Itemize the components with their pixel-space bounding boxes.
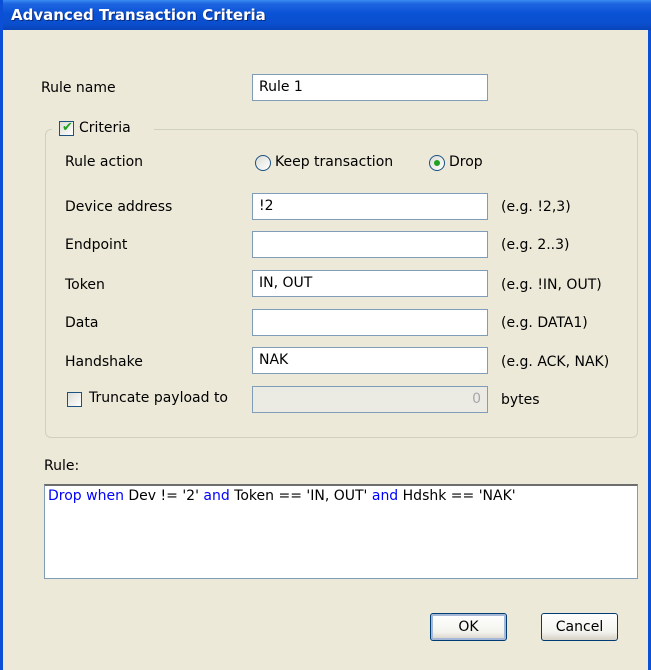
drop-radio[interactable] xyxy=(429,155,445,171)
data-input[interactable] xyxy=(252,309,488,336)
rule-keyword: Drop when xyxy=(48,488,124,504)
rule-keyword: and xyxy=(203,488,230,504)
dialog-title: Advanced Transaction Criteria xyxy=(11,6,266,24)
keep-transaction-radio[interactable] xyxy=(255,155,271,171)
token-example: (e.g. !IN, OUT) xyxy=(501,277,602,293)
device-address-label: Device address xyxy=(65,199,173,215)
device-address-input[interactable]: !2 xyxy=(252,193,488,220)
data-label: Data xyxy=(65,315,99,331)
truncate-bytes-input[interactable]: 0 xyxy=(252,386,488,413)
rule-action-label: Rule action xyxy=(65,154,144,170)
rule-label: Rule: xyxy=(44,458,80,474)
endpoint-input[interactable] xyxy=(252,231,488,258)
rule-preview[interactable]: Drop when Dev != '2' and Token == 'IN, O… xyxy=(44,484,638,579)
bytes-unit-label: bytes xyxy=(501,392,540,408)
truncate-label[interactable]: Truncate payload to xyxy=(89,390,228,406)
handshake-example: (e.g. ACK, NAK) xyxy=(501,354,610,370)
rule-expression: Hdshk == 'NAK' xyxy=(398,488,516,504)
checkmark-icon: ✔ xyxy=(62,120,73,135)
truncate-checkbox[interactable] xyxy=(67,392,82,407)
keep-transaction-label[interactable]: Keep transaction xyxy=(275,154,393,170)
ok-button[interactable]: OK xyxy=(430,613,507,641)
cancel-button[interactable]: Cancel xyxy=(541,613,618,641)
token-label: Token xyxy=(65,277,105,293)
data-example: (e.g. DATA1) xyxy=(501,315,588,331)
device-address-example: (e.g. !2,3) xyxy=(501,199,571,215)
endpoint-example: (e.g. 2..3) xyxy=(501,237,570,253)
token-input[interactable]: IN, OUT xyxy=(252,270,488,297)
rule-name-label: Rule name xyxy=(41,80,116,96)
rule-expression: Token == 'IN, OUT' xyxy=(229,488,372,504)
rule-expression: Dev != '2' xyxy=(123,488,204,504)
criteria-label: Criteria xyxy=(79,120,131,136)
handshake-input[interactable]: NAK xyxy=(252,347,488,374)
handshake-label: Handshake xyxy=(65,354,143,370)
drop-label[interactable]: Drop xyxy=(449,154,483,170)
title-bar[interactable]: Advanced Transaction Criteria xyxy=(3,0,651,30)
rule-name-input[interactable]: Rule 1 xyxy=(252,74,488,101)
criteria-checkbox[interactable]: ✔ xyxy=(59,120,74,136)
criteria-legend: ✔ Criteria xyxy=(52,119,154,139)
endpoint-label: Endpoint xyxy=(65,237,128,253)
dialog-window: Advanced Transaction Criteria Rule name … xyxy=(0,0,651,670)
rule-keyword: and xyxy=(371,488,399,504)
radio-selected-dot xyxy=(434,160,440,166)
